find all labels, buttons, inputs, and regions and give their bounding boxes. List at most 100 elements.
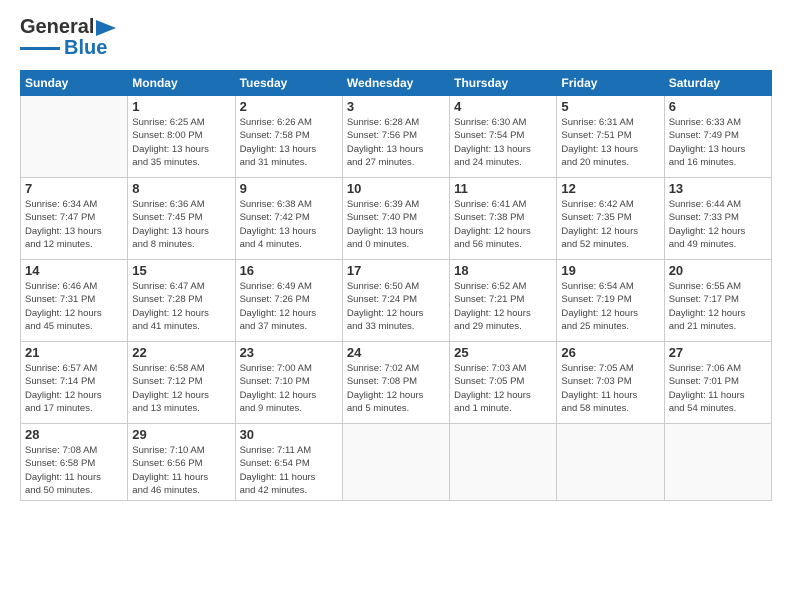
day-info: Sunrise: 7:02 AM Sunset: 7:08 PM Dayligh…: [347, 362, 445, 415]
day-number: 8: [132, 181, 230, 196]
day-number: 21: [25, 345, 123, 360]
weekday-header-tuesday: Tuesday: [235, 71, 342, 96]
day-number: 15: [132, 263, 230, 278]
calendar-cell: 28 Sunrise: 7:08 AM Sunset: 6:58 PM Dayli…: [21, 424, 128, 501]
day-info: Sunrise: 6:58 AM Sunset: 7:12 PM Dayligh…: [132, 362, 230, 415]
day-info: Sunrise: 6:25 AM Sunset: 8:00 PM Dayligh…: [132, 116, 230, 169]
day-info: Sunrise: 7:08 AM Sunset: 6:58 PM Dayligh…: [25, 444, 123, 497]
day-info: Sunrise: 6:33 AM Sunset: 7:49 PM Dayligh…: [669, 116, 767, 169]
calendar-cell: 2Sunrise: 6:26 AM Sunset: 7:58 PM Daylig…: [235, 96, 342, 178]
day-number: 7: [25, 181, 123, 196]
calendar-cell: 25Sunrise: 7:03 AM Sunset: 7:05 PM Dayli…: [450, 342, 557, 424]
day-number: 24: [347, 345, 445, 360]
week-row-3: 21 Sunrise: 6:57 AM Sunset: 7:14 PM Dayli…: [21, 342, 772, 424]
weekday-header-friday: Friday: [557, 71, 664, 96]
calendar-cell: 22 Sunrise: 6:58 AM Sunset: 7:12 PM Dayli…: [128, 342, 235, 424]
calendar-cell: 5Sunrise: 6:31 AM Sunset: 7:51 PM Daylig…: [557, 96, 664, 178]
calendar-cell: 19 Sunrise: 6:54 AM Sunset: 7:19 PM Dayli…: [557, 260, 664, 342]
day-number: 29: [132, 427, 230, 442]
weekday-header-sunday: Sunday: [21, 71, 128, 96]
week-row-0: 1 Sunrise: 6:25 AM Sunset: 8:00 PM Daylig…: [21, 96, 772, 178]
calendar-table: SundayMondayTuesdayWednesdayThursdayFrid…: [20, 70, 772, 501]
day-number: 6: [669, 99, 767, 114]
calendar-cell: 21 Sunrise: 6:57 AM Sunset: 7:14 PM Dayli…: [21, 342, 128, 424]
day-info: Sunrise: 6:57 AM Sunset: 7:14 PM Dayligh…: [25, 362, 123, 415]
day-number: 18: [454, 263, 552, 278]
weekday-header-monday: Monday: [128, 71, 235, 96]
calendar-cell: 13 Sunrise: 6:44 AM Sunset: 7:33 PM Dayli…: [664, 178, 771, 260]
day-number: 1: [132, 99, 230, 114]
week-row-2: 14 Sunrise: 6:46 AM Sunset: 7:31 PM Dayli…: [21, 260, 772, 342]
day-number: 27: [669, 345, 767, 360]
day-number: 10: [347, 181, 445, 196]
day-info: Sunrise: 7:10 AM Sunset: 6:56 PM Dayligh…: [132, 444, 230, 497]
calendar-cell: [557, 424, 664, 501]
day-number: 4: [454, 99, 552, 114]
day-info: Sunrise: 6:47 AM Sunset: 7:28 PM Dayligh…: [132, 280, 230, 333]
calendar-cell: 6 Sunrise: 6:33 AM Sunset: 7:49 PM Daylig…: [664, 96, 771, 178]
week-row-4: 28 Sunrise: 7:08 AM Sunset: 6:58 PM Dayli…: [21, 424, 772, 501]
day-info: Sunrise: 6:41 AM Sunset: 7:38 PM Dayligh…: [454, 198, 552, 251]
calendar-cell: 1 Sunrise: 6:25 AM Sunset: 8:00 PM Daylig…: [128, 96, 235, 178]
day-number: 28: [25, 427, 123, 442]
calendar-cell: [450, 424, 557, 501]
calendar-cell: 24 Sunrise: 7:02 AM Sunset: 7:08 PM Dayli…: [342, 342, 449, 424]
calendar-cell: [342, 424, 449, 501]
day-info: Sunrise: 7:05 AM Sunset: 7:03 PM Dayligh…: [561, 362, 659, 415]
day-info: Sunrise: 6:39 AM Sunset: 7:40 PM Dayligh…: [347, 198, 445, 251]
calendar-cell: 14 Sunrise: 6:46 AM Sunset: 7:31 PM Dayli…: [21, 260, 128, 342]
calendar-cell: 30Sunrise: 7:11 AM Sunset: 6:54 PM Dayli…: [235, 424, 342, 501]
calendar-cell: 7Sunrise: 6:34 AM Sunset: 7:47 PM Daylig…: [21, 178, 128, 260]
day-info: Sunrise: 6:50 AM Sunset: 7:24 PM Dayligh…: [347, 280, 445, 333]
logo-blue: Blue: [64, 37, 107, 60]
logo-arrow-icon: [96, 20, 116, 36]
day-number: 13: [669, 181, 767, 196]
day-info: Sunrise: 6:55 AM Sunset: 7:17 PM Dayligh…: [669, 280, 767, 333]
header: General Blue: [20, 16, 772, 60]
day-info: Sunrise: 6:36 AM Sunset: 7:45 PM Dayligh…: [132, 198, 230, 251]
day-number: 14: [25, 263, 123, 278]
day-info: Sunrise: 6:44 AM Sunset: 7:33 PM Dayligh…: [669, 198, 767, 251]
week-row-1: 7Sunrise: 6:34 AM Sunset: 7:47 PM Daylig…: [21, 178, 772, 260]
weekday-header-wednesday: Wednesday: [342, 71, 449, 96]
day-number: 26: [561, 345, 659, 360]
day-info: Sunrise: 6:49 AM Sunset: 7:26 PM Dayligh…: [240, 280, 338, 333]
calendar-cell: 15 Sunrise: 6:47 AM Sunset: 7:28 PM Dayli…: [128, 260, 235, 342]
calendar-cell: 23Sunrise: 7:00 AM Sunset: 7:10 PM Dayli…: [235, 342, 342, 424]
day-info: Sunrise: 6:28 AM Sunset: 7:56 PM Dayligh…: [347, 116, 445, 169]
weekday-header-thursday: Thursday: [450, 71, 557, 96]
weekday-header-row: SundayMondayTuesdayWednesdayThursdayFrid…: [21, 71, 772, 96]
day-number: 19: [561, 263, 659, 278]
day-number: 16: [240, 263, 338, 278]
day-number: 17: [347, 263, 445, 278]
logo-general: General: [20, 16, 94, 39]
logo-underline: [20, 47, 60, 50]
day-info: Sunrise: 6:46 AM Sunset: 7:31 PM Dayligh…: [25, 280, 123, 333]
calendar-cell: 4Sunrise: 6:30 AM Sunset: 7:54 PM Daylig…: [450, 96, 557, 178]
calendar-cell: [21, 96, 128, 178]
day-number: 2: [240, 99, 338, 114]
day-number: 20: [669, 263, 767, 278]
calendar-cell: 3 Sunrise: 6:28 AM Sunset: 7:56 PM Daylig…: [342, 96, 449, 178]
calendar-cell: 29 Sunrise: 7:10 AM Sunset: 6:56 PM Dayli…: [128, 424, 235, 501]
calendar-cell: 11Sunrise: 6:41 AM Sunset: 7:38 PM Dayli…: [450, 178, 557, 260]
day-number: 3: [347, 99, 445, 114]
calendar-cell: 10 Sunrise: 6:39 AM Sunset: 7:40 PM Dayli…: [342, 178, 449, 260]
logo: General Blue: [20, 16, 116, 60]
day-info: Sunrise: 6:54 AM Sunset: 7:19 PM Dayligh…: [561, 280, 659, 333]
day-number: 22: [132, 345, 230, 360]
day-info: Sunrise: 7:06 AM Sunset: 7:01 PM Dayligh…: [669, 362, 767, 415]
weekday-header-saturday: Saturday: [664, 71, 771, 96]
calendar-cell: 20 Sunrise: 6:55 AM Sunset: 7:17 PM Dayli…: [664, 260, 771, 342]
calendar-cell: 9Sunrise: 6:38 AM Sunset: 7:42 PM Daylig…: [235, 178, 342, 260]
calendar-cell: 8 Sunrise: 6:36 AM Sunset: 7:45 PM Daylig…: [128, 178, 235, 260]
day-number: 12: [561, 181, 659, 196]
day-info: Sunrise: 6:52 AM Sunset: 7:21 PM Dayligh…: [454, 280, 552, 333]
day-number: 5: [561, 99, 659, 114]
day-info: Sunrise: 7:03 AM Sunset: 7:05 PM Dayligh…: [454, 362, 552, 415]
calendar-cell: 26 Sunrise: 7:05 AM Sunset: 7:03 PM Dayli…: [557, 342, 664, 424]
day-info: Sunrise: 6:42 AM Sunset: 7:35 PM Dayligh…: [561, 198, 659, 251]
calendar-cell: [664, 424, 771, 501]
calendar-cell: 17 Sunrise: 6:50 AM Sunset: 7:24 PM Dayli…: [342, 260, 449, 342]
page: General Blue SundayMondayTuesdayWednesda…: [0, 0, 792, 612]
